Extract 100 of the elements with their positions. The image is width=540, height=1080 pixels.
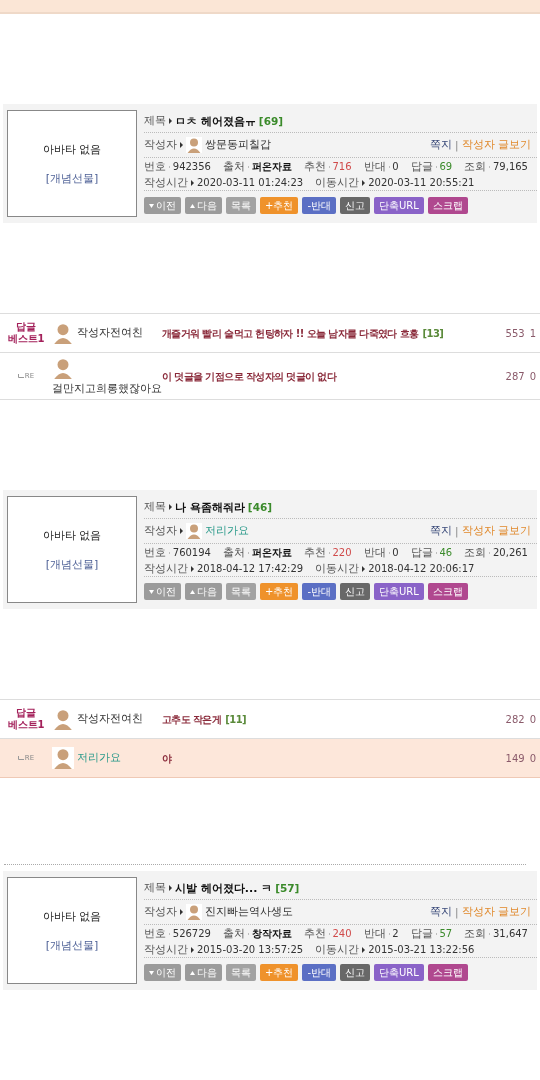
time-value: 2018-04-12 20:06:17 <box>368 563 475 574</box>
field-label: 작성시간 <box>144 942 188 957</box>
field-label: 이동시간 <box>315 175 360 190</box>
up-caret-icon <box>190 970 195 975</box>
field-label: 제목 <box>144 500 166 514</box>
action-button[interactable]: +추천 <box>260 583 299 600</box>
dislike-count: 1 <box>529 327 536 339</box>
stat-value: 창작자료 <box>251 926 292 941</box>
comment-text: 야 <box>162 751 173 765</box>
message-link[interactable]: 쪽지 <box>430 524 453 538</box>
author-name[interactable]: 작성자전여친 <box>77 712 143 726</box>
field-label: 출처 <box>222 159 245 174</box>
author-name[interactable]: 저리가요 <box>205 524 249 538</box>
separator: | <box>455 525 459 537</box>
message-link[interactable]: 쪽지 <box>430 905 453 919</box>
stat-value: 2 <box>392 928 399 939</box>
time-value: 2015-03-21 13:22:56 <box>368 944 475 955</box>
action-button[interactable]: 다음 <box>185 197 222 214</box>
author-name[interactable]: 걸만지고희롱했잖아요 <box>52 381 162 396</box>
field-label: 추천 <box>303 545 326 560</box>
field-label: 번호 <box>144 926 166 941</box>
action-button[interactable]: 단축URL <box>374 197 424 214</box>
pointer-icon <box>169 504 172 510</box>
gift-link[interactable]: [개념선물] <box>45 170 99 186</box>
reply-count: [57] <box>275 882 300 894</box>
message-link[interactable]: 쪽지 <box>430 138 453 152</box>
comment-text: 고추도 작은게 [11] <box>162 712 247 726</box>
field-label: 작성자 <box>144 905 177 919</box>
action-button[interactable]: 스크랩 <box>427 197 468 214</box>
stat-value: 942356 <box>172 161 211 172</box>
field-label: 출처 <box>222 545 245 560</box>
stat-value: 0 <box>392 547 399 558</box>
comment-text: 이 덧글을 기점으로 작성자의 덧글이 없다 <box>162 369 338 383</box>
stat-value: 31,647 <box>493 928 528 939</box>
action-button[interactable]: 다음 <box>185 583 222 600</box>
best-reply-label: 답글 베스트1 <box>6 320 46 346</box>
action-button[interactable]: 이전 <box>144 197 181 214</box>
action-button[interactable]: +추천 <box>260 197 299 214</box>
field-label: 제목 <box>144 114 166 128</box>
stat-value: 퍼온자료 <box>251 545 292 560</box>
reply-count: [69] <box>258 115 284 127</box>
action-button[interactable]: 목록 <box>226 197 256 214</box>
time-value: 2020-03-11 01:24:23 <box>197 177 304 188</box>
dislike-count: 0 <box>529 713 536 725</box>
action-button[interactable]: 이전 <box>144 583 181 600</box>
gift-link[interactable]: [개념선물] <box>45 556 99 572</box>
down-caret-icon <box>149 970 154 975</box>
time-value: 2020-03-11 20:55:21 <box>368 177 475 188</box>
avatar-icon <box>52 322 74 344</box>
stat-value: 79,165 <box>493 161 528 172</box>
action-button[interactable]: 신고 <box>340 964 370 981</box>
action-button[interactable]: 스크랩 <box>427 964 468 981</box>
up-caret-icon <box>190 589 195 594</box>
field-label: 반대 <box>363 545 386 560</box>
separator: | <box>455 906 459 918</box>
author-name[interactable]: 진지빠는역사생도 <box>205 905 293 919</box>
author-name[interactable]: 저리가요 <box>77 751 121 765</box>
pointer-icon <box>362 946 366 953</box>
avatar-icon <box>186 137 202 153</box>
author-posts-link[interactable]: 작성자 글보기 <box>461 524 531 538</box>
action-button[interactable]: 단축URL <box>374 964 424 981</box>
action-button[interactable]: -반대 <box>302 197 336 214</box>
action-button[interactable]: 이전 <box>144 964 181 981</box>
pointer-icon <box>191 946 194 953</box>
field-label: 작성시간 <box>144 175 188 190</box>
stat-value: 220 <box>332 547 352 558</box>
avatar-icon <box>186 523 202 539</box>
action-button[interactable]: -반대 <box>302 583 336 600</box>
author-name[interactable]: 작성자전여친 <box>77 326 143 340</box>
author-name[interactable]: 쌍문동피칠갑 <box>205 138 271 152</box>
pointer-icon <box>169 118 172 124</box>
action-button[interactable]: 스크랩 <box>427 583 468 600</box>
pointer-icon <box>362 565 366 572</box>
action-button[interactable]: 신고 <box>340 583 370 600</box>
action-button[interactable]: 목록 <box>226 964 256 981</box>
stat-value: 69 <box>439 161 453 172</box>
separator: | <box>455 139 459 151</box>
stat-value: 526729 <box>172 928 211 939</box>
action-button[interactable]: 신고 <box>340 197 370 214</box>
comment-text: 개즐거워 빨리 술먹고 헌팅하자 !! 오늘 남자를 다죽였다 흐흥 [13] <box>162 326 445 340</box>
action-button[interactable]: 다음 <box>185 964 222 981</box>
pointer-icon <box>180 528 183 534</box>
field-label: 제목 <box>144 881 166 895</box>
stat-value: 0 <box>392 161 399 172</box>
action-button[interactable]: +추천 <box>260 964 299 981</box>
stat-value: 퍼온자료 <box>251 159 292 174</box>
field-label: 작성자 <box>144 138 177 152</box>
best-reply-label: 답글 베스트1 <box>6 706 46 732</box>
action-button[interactable]: -반대 <box>302 964 336 981</box>
field-label: 조회 <box>464 159 487 174</box>
action-button[interactable]: 단축URL <box>374 583 424 600</box>
field-label: 답글 <box>410 159 433 174</box>
author-posts-link[interactable]: 작성자 글보기 <box>461 905 531 919</box>
field-label: 번호 <box>144 545 166 560</box>
gift-link[interactable]: [개념선물] <box>45 937 99 953</box>
pointer-icon <box>191 565 194 572</box>
author-posts-link[interactable]: 작성자 글보기 <box>461 138 531 152</box>
stat-value: 240 <box>332 928 352 939</box>
like-count: 287 <box>505 370 525 382</box>
action-button[interactable]: 목록 <box>226 583 256 600</box>
